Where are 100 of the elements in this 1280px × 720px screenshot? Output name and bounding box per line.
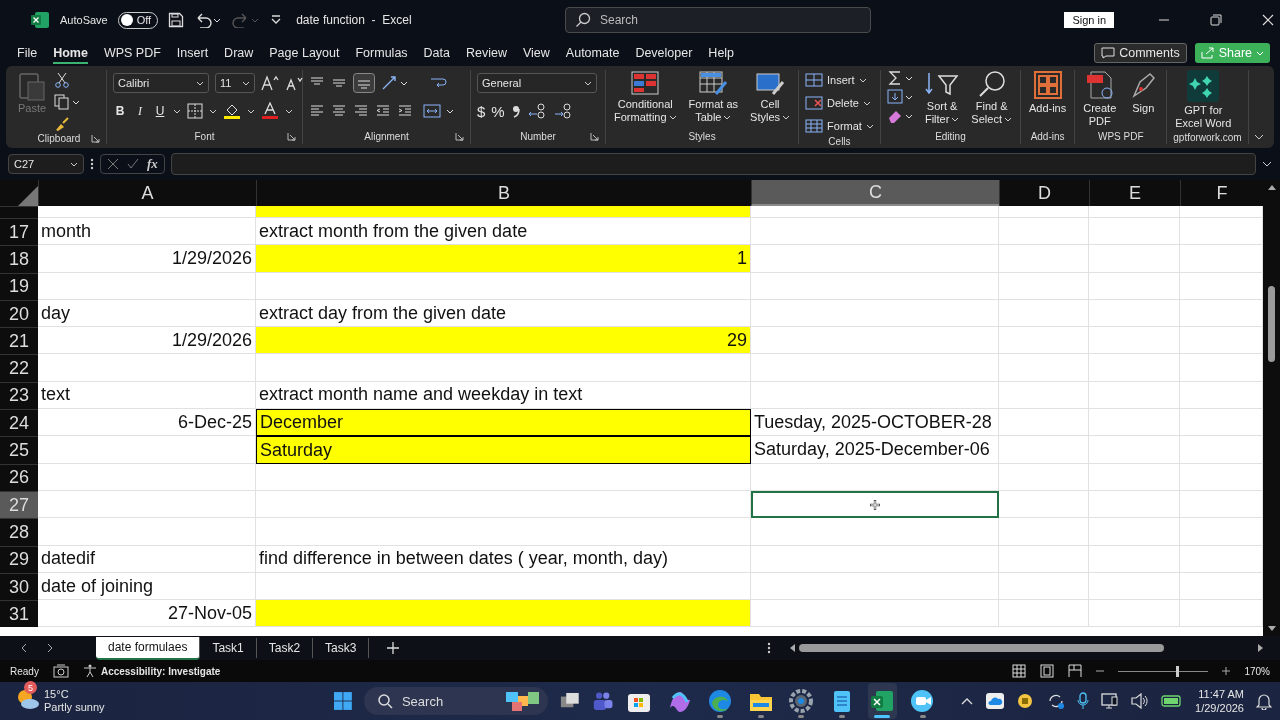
sheet-tab[interactable]: Task2	[256, 638, 314, 658]
ribbon-button[interactable]: Conditional Formatting	[612, 70, 679, 124]
ribbon-button[interactable]: Sort & Filter	[922, 70, 962, 126]
menu-tab[interactable]: Review	[458, 42, 515, 64]
decrease-font-icon[interactable]	[285, 75, 303, 91]
cells-button[interactable]: Format	[805, 116, 874, 136]
align-right-icon[interactable]	[353, 104, 369, 118]
ribbon-button[interactable]: Sign	[1126, 70, 1161, 115]
more-options-icon[interactable]	[767, 642, 771, 654]
chevron-up-icon[interactable]	[961, 697, 974, 705]
row-header[interactable]: 29	[0, 545, 38, 573]
scroll-up-icon[interactable]	[1267, 184, 1276, 190]
sheet-tab[interactable]: Task3	[313, 638, 370, 658]
column-header[interactable]: A	[38, 180, 256, 206]
row-header[interactable]: 24	[0, 409, 38, 437]
horizontal-scrollbar[interactable]	[789, 644, 1264, 652]
menu-tab[interactable]: Insert	[168, 42, 217, 64]
zoom-in-icon[interactable]	[1222, 667, 1231, 675]
menu-tab[interactable]: View	[515, 42, 558, 64]
people-icon[interactable]	[591, 690, 613, 712]
column-header[interactable]: D	[999, 180, 1089, 206]
row-header[interactable]: 30	[0, 572, 38, 601]
cloud-icon[interactable]	[985, 692, 1006, 710]
text-style-button[interactable]: U	[153, 104, 167, 118]
dialog-launcher-icon[interactable]	[590, 131, 599, 141]
borders-icon[interactable]	[187, 103, 203, 119]
sheet-tab[interactable]: Task1	[200, 638, 257, 658]
number-format-button[interactable]: %	[491, 102, 505, 120]
battery-icon[interactable]	[1161, 694, 1184, 708]
align-bottom-icon[interactable]	[353, 73, 375, 93]
menu-tab[interactable]: Formulas	[347, 42, 416, 64]
row-header[interactable]: 22	[0, 354, 38, 382]
increase-decimal-icon[interactable]	[526, 102, 547, 120]
column-header[interactable]: C	[751, 180, 999, 206]
volume-icon[interactable]	[1131, 693, 1150, 709]
font-color-icon[interactable]	[261, 102, 279, 120]
row-header[interactable]: 25	[0, 436, 38, 464]
decrease-decimal-icon[interactable]	[552, 102, 573, 120]
menu-tab[interactable]: Draw	[216, 42, 262, 64]
clock-date[interactable]: 1/29/2026	[1195, 701, 1244, 715]
ribbon-button[interactable]: Format as Table	[686, 70, 741, 124]
formula-input[interactable]	[170, 153, 1256, 175]
menu-tab[interactable]: Automate	[557, 42, 628, 64]
dialog-launcher-icon[interactable]	[91, 133, 100, 143]
scissors-icon[interactable]	[54, 72, 71, 88]
expand-icon[interactable]	[1262, 161, 1272, 167]
cancel-icon[interactable]	[107, 158, 119, 170]
zoom-out-icon[interactable]	[1096, 667, 1105, 675]
font-size-dropdown[interactable]: 11	[215, 73, 255, 93]
name-box[interactable]: C27	[8, 154, 84, 174]
number-format-dropdown[interactable]: General	[477, 73, 597, 93]
cells-button[interactable]: Insert	[805, 70, 874, 90]
increase-font-icon[interactable]	[261, 75, 279, 91]
menu-tab[interactable]: File	[9, 42, 46, 64]
taskbar-search-field[interactable]: Search	[363, 687, 548, 715]
scroll-right-icon[interactable]	[1258, 644, 1264, 652]
ribbon-button[interactable]: Cell Styles	[748, 70, 793, 124]
dialog-launcher-icon[interactable]	[287, 131, 296, 141]
normal-view-icon[interactable]	[1012, 664, 1027, 678]
more-options-icon[interactable]	[90, 158, 94, 170]
increase-indent-icon[interactable]	[397, 104, 413, 118]
row-header[interactable]: 28	[0, 518, 38, 546]
menu-tab[interactable]: Developer	[627, 42, 701, 64]
microphone-icon[interactable]	[1077, 692, 1090, 710]
search-field[interactable]: Search	[565, 7, 871, 33]
insert-function-button[interactable]: fx	[147, 156, 158, 172]
ribbon-button[interactable]: GPT for Excel Word	[1173, 70, 1234, 130]
text-style-button[interactable]: I	[133, 103, 147, 119]
menu-tab[interactable]: Data	[415, 42, 458, 64]
vertical-scrollbar[interactable]	[1263, 180, 1280, 636]
copy-icon[interactable]	[54, 94, 81, 110]
cells-button[interactable]: Delete	[805, 93, 874, 113]
network-icon[interactable]	[1101, 692, 1120, 710]
row-header[interactable]: 27	[0, 490, 38, 519]
merge-center-icon[interactable]	[423, 103, 455, 119]
comma-style-icon[interactable]	[510, 103, 521, 119]
align-left-icon[interactable]	[309, 104, 325, 118]
sync-icon[interactable]	[1047, 692, 1066, 710]
row-header[interactable]: 26	[0, 463, 38, 491]
fill-color-icon[interactable]	[223, 102, 241, 120]
redo-icon[interactable]	[232, 12, 261, 28]
scroll-left-icon[interactable]	[789, 644, 795, 652]
scroll-thumb[interactable]	[1268, 286, 1275, 362]
align-center-icon[interactable]	[331, 104, 347, 118]
previous-sheet-icon[interactable]	[20, 643, 28, 653]
menu-tab[interactable]: Help	[700, 42, 743, 64]
ribbon-button[interactable]: Create PDF	[1081, 70, 1119, 128]
row-header[interactable]: 31	[0, 600, 38, 628]
row-header[interactable]: 21	[0, 327, 38, 355]
eraser-icon[interactable]	[886, 108, 915, 124]
row-header[interactable]: 20	[0, 299, 38, 328]
menu-tab[interactable]: Home	[45, 42, 96, 64]
clock-time[interactable]: 11:47 AM	[1198, 687, 1244, 701]
font-name-dropdown[interactable]: Calibri	[113, 73, 209, 93]
ribbon-button[interactable]: Add-ins	[1026, 70, 1069, 115]
next-sheet-icon[interactable]	[46, 643, 54, 653]
decrease-indent-icon[interactable]	[375, 104, 391, 118]
save-icon[interactable]	[168, 12, 185, 28]
accessibility-button[interactable]: Accessibility: Investigate	[82, 664, 221, 678]
column-header[interactable]: E	[1089, 180, 1180, 206]
